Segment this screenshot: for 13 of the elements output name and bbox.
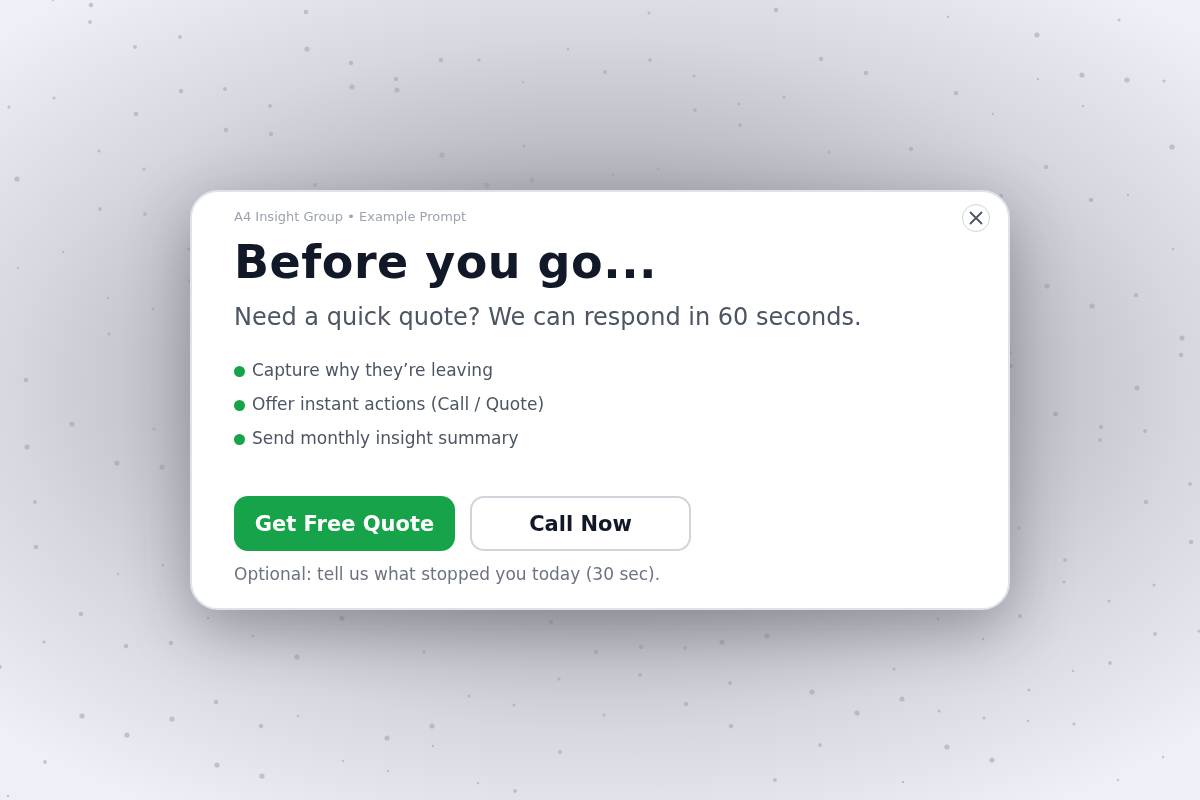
bullet-text: Capture why they’re leaving bbox=[252, 359, 493, 382]
bullet-dot-icon bbox=[234, 366, 245, 377]
dialog-title: Before you go... bbox=[234, 234, 659, 290]
footnote: Optional: tell us what stopped you today (30 sec). bbox=[234, 563, 662, 586]
subtitle: Need a quick quote? We can respond in 60 seconds. bbox=[234, 302, 863, 332]
bullet-text: Send monthly insight summary bbox=[252, 427, 519, 450]
bullet-dot-icon bbox=[234, 434, 245, 445]
bullet-text: Offer instant actions (Call / Quote) bbox=[252, 393, 545, 416]
bullet-dot-icon bbox=[234, 400, 245, 411]
close-button[interactable] bbox=[962, 204, 990, 232]
close-icon bbox=[969, 211, 983, 225]
eyebrow-text: A4 Insight Group • Example Prompt bbox=[234, 208, 468, 226]
call-button[interactable]: Call Now bbox=[470, 496, 691, 551]
